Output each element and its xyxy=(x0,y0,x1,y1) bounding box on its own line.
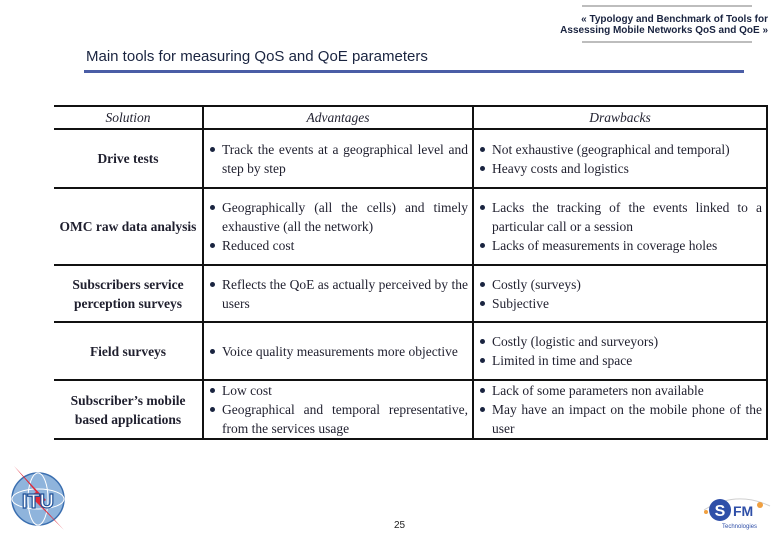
table-header-row: Solution Advantages Drawbacks xyxy=(54,105,768,130)
advantages-list: Low cost Geographical and temporal repres… xyxy=(204,381,472,438)
table-row: Field surveys Voice quality measurements … xyxy=(54,321,768,381)
sfm-logo-s: S xyxy=(715,503,726,520)
table-row: Drive tests Track the events at a geograp… xyxy=(54,128,768,189)
header-rule-bottom xyxy=(582,41,752,43)
sfm-logo-subtext: Technologies xyxy=(722,524,757,530)
table-row: Subscribers service perception surveys Re… xyxy=(54,264,768,323)
solution-cell: OMC raw data analysis xyxy=(54,187,203,266)
advantages-list: Reflects the QoE as actually perceived b… xyxy=(204,275,472,313)
solution-cell: Field surveys xyxy=(54,321,203,381)
document-title-line1: « Typology and Benchmark of Tools for xyxy=(581,14,768,25)
drawback-item: Heavy costs and logistics xyxy=(480,159,766,178)
header-advantages: Advantages xyxy=(202,105,473,130)
drawbacks-cell: Not exhaustive (geographical and tempora… xyxy=(472,128,768,189)
advantage-item: Voice quality measurements more objectiv… xyxy=(210,342,472,361)
header-drawbacks: Drawbacks xyxy=(472,105,768,130)
drawback-item: Lacks the tracking of the events linked … xyxy=(480,198,766,236)
drawback-item: Lacks of measurements in coverage holes xyxy=(480,236,766,255)
header-solution: Solution xyxy=(54,105,203,130)
advantage-item: Reduced cost xyxy=(210,236,472,255)
sfm-logo: S FM Technologies xyxy=(703,498,771,530)
drawbacks-cell: Lacks the tracking of the events linked … xyxy=(472,187,768,266)
drawback-item: May have an impact on the mobile phone o… xyxy=(480,400,766,438)
document-title-line2: Assessing Mobile Networks QoS and QoE » xyxy=(560,25,768,36)
itu-logo: ITU xyxy=(11,466,65,530)
page-number: 25 xyxy=(394,520,406,531)
drawbacks-cell: Costly (surveys) Subjective xyxy=(472,264,768,323)
itu-logo-text: ITU xyxy=(22,491,54,513)
drawbacks-cell: Costly (logistic and surveyors) Limited i… xyxy=(472,321,768,381)
advantages-list: Geographically (all the cells) and timel… xyxy=(204,198,472,255)
advantages-cell: Reflects the QoE as actually perceived b… xyxy=(202,264,473,323)
drawback-item: Lack of some parameters non available xyxy=(480,381,766,400)
advantages-cell: Geographically (all the cells) and timel… xyxy=(202,187,473,266)
drawback-item: Not exhaustive (geographical and tempora… xyxy=(480,140,766,159)
drawbacks-cell: Lack of some parameters non available May… xyxy=(472,379,768,440)
sfm-logo-text: FM xyxy=(733,503,753,519)
solution-cell: Subscribers service perception surveys xyxy=(54,264,203,323)
advantages-cell: Low cost Geographical and temporal repres… xyxy=(202,379,473,440)
advantage-item: Reflects the QoE as actually perceived b… xyxy=(210,275,472,313)
slide-title: Main tools for measuring QoS and QoE par… xyxy=(86,48,428,65)
advantages-cell: Voice quality measurements more objectiv… xyxy=(202,321,473,381)
advantage-item: Geographical and temporal representative… xyxy=(210,400,472,438)
advantages-cell: Track the events at a geographical level… xyxy=(202,128,473,189)
drawbacks-list: Costly (surveys) Subjective xyxy=(474,275,766,313)
drawback-item: Costly (surveys) xyxy=(480,275,766,294)
drawbacks-list: Lacks the tracking of the events linked … xyxy=(474,198,766,255)
tools-comparison-table: Solution Advantages Drawbacks Drive test… xyxy=(54,105,768,440)
advantage-item: Low cost xyxy=(210,381,472,400)
drawbacks-list: Lack of some parameters non available May… xyxy=(474,381,766,438)
drawback-item: Subjective xyxy=(480,294,766,313)
solution-cell: Subscriber’s mobile based applications xyxy=(54,379,203,440)
solution-cell: Drive tests xyxy=(54,128,203,189)
drawback-item: Costly (logistic and surveyors) xyxy=(480,332,766,351)
advantage-item: Geographically (all the cells) and timel… xyxy=(210,198,472,236)
drawbacks-list: Not exhaustive (geographical and tempora… xyxy=(474,140,766,178)
title-underline xyxy=(84,70,744,73)
advantages-list: Track the events at a geographical level… xyxy=(204,140,472,178)
drawback-item: Limited in time and space xyxy=(480,351,766,370)
advantage-item: Track the events at a geographical level… xyxy=(210,140,472,178)
advantages-list: Voice quality measurements more objectiv… xyxy=(204,342,472,361)
table-row: Subscriber’s mobile based applications Lo… xyxy=(54,379,768,440)
drawbacks-list: Costly (logistic and surveyors) Limited i… xyxy=(474,332,766,370)
header-rule-top xyxy=(582,5,752,7)
table-row: OMC raw data analysis Geographically (all… xyxy=(54,187,768,266)
document-title: « Typology and Benchmark of Tools for As… xyxy=(468,14,768,36)
